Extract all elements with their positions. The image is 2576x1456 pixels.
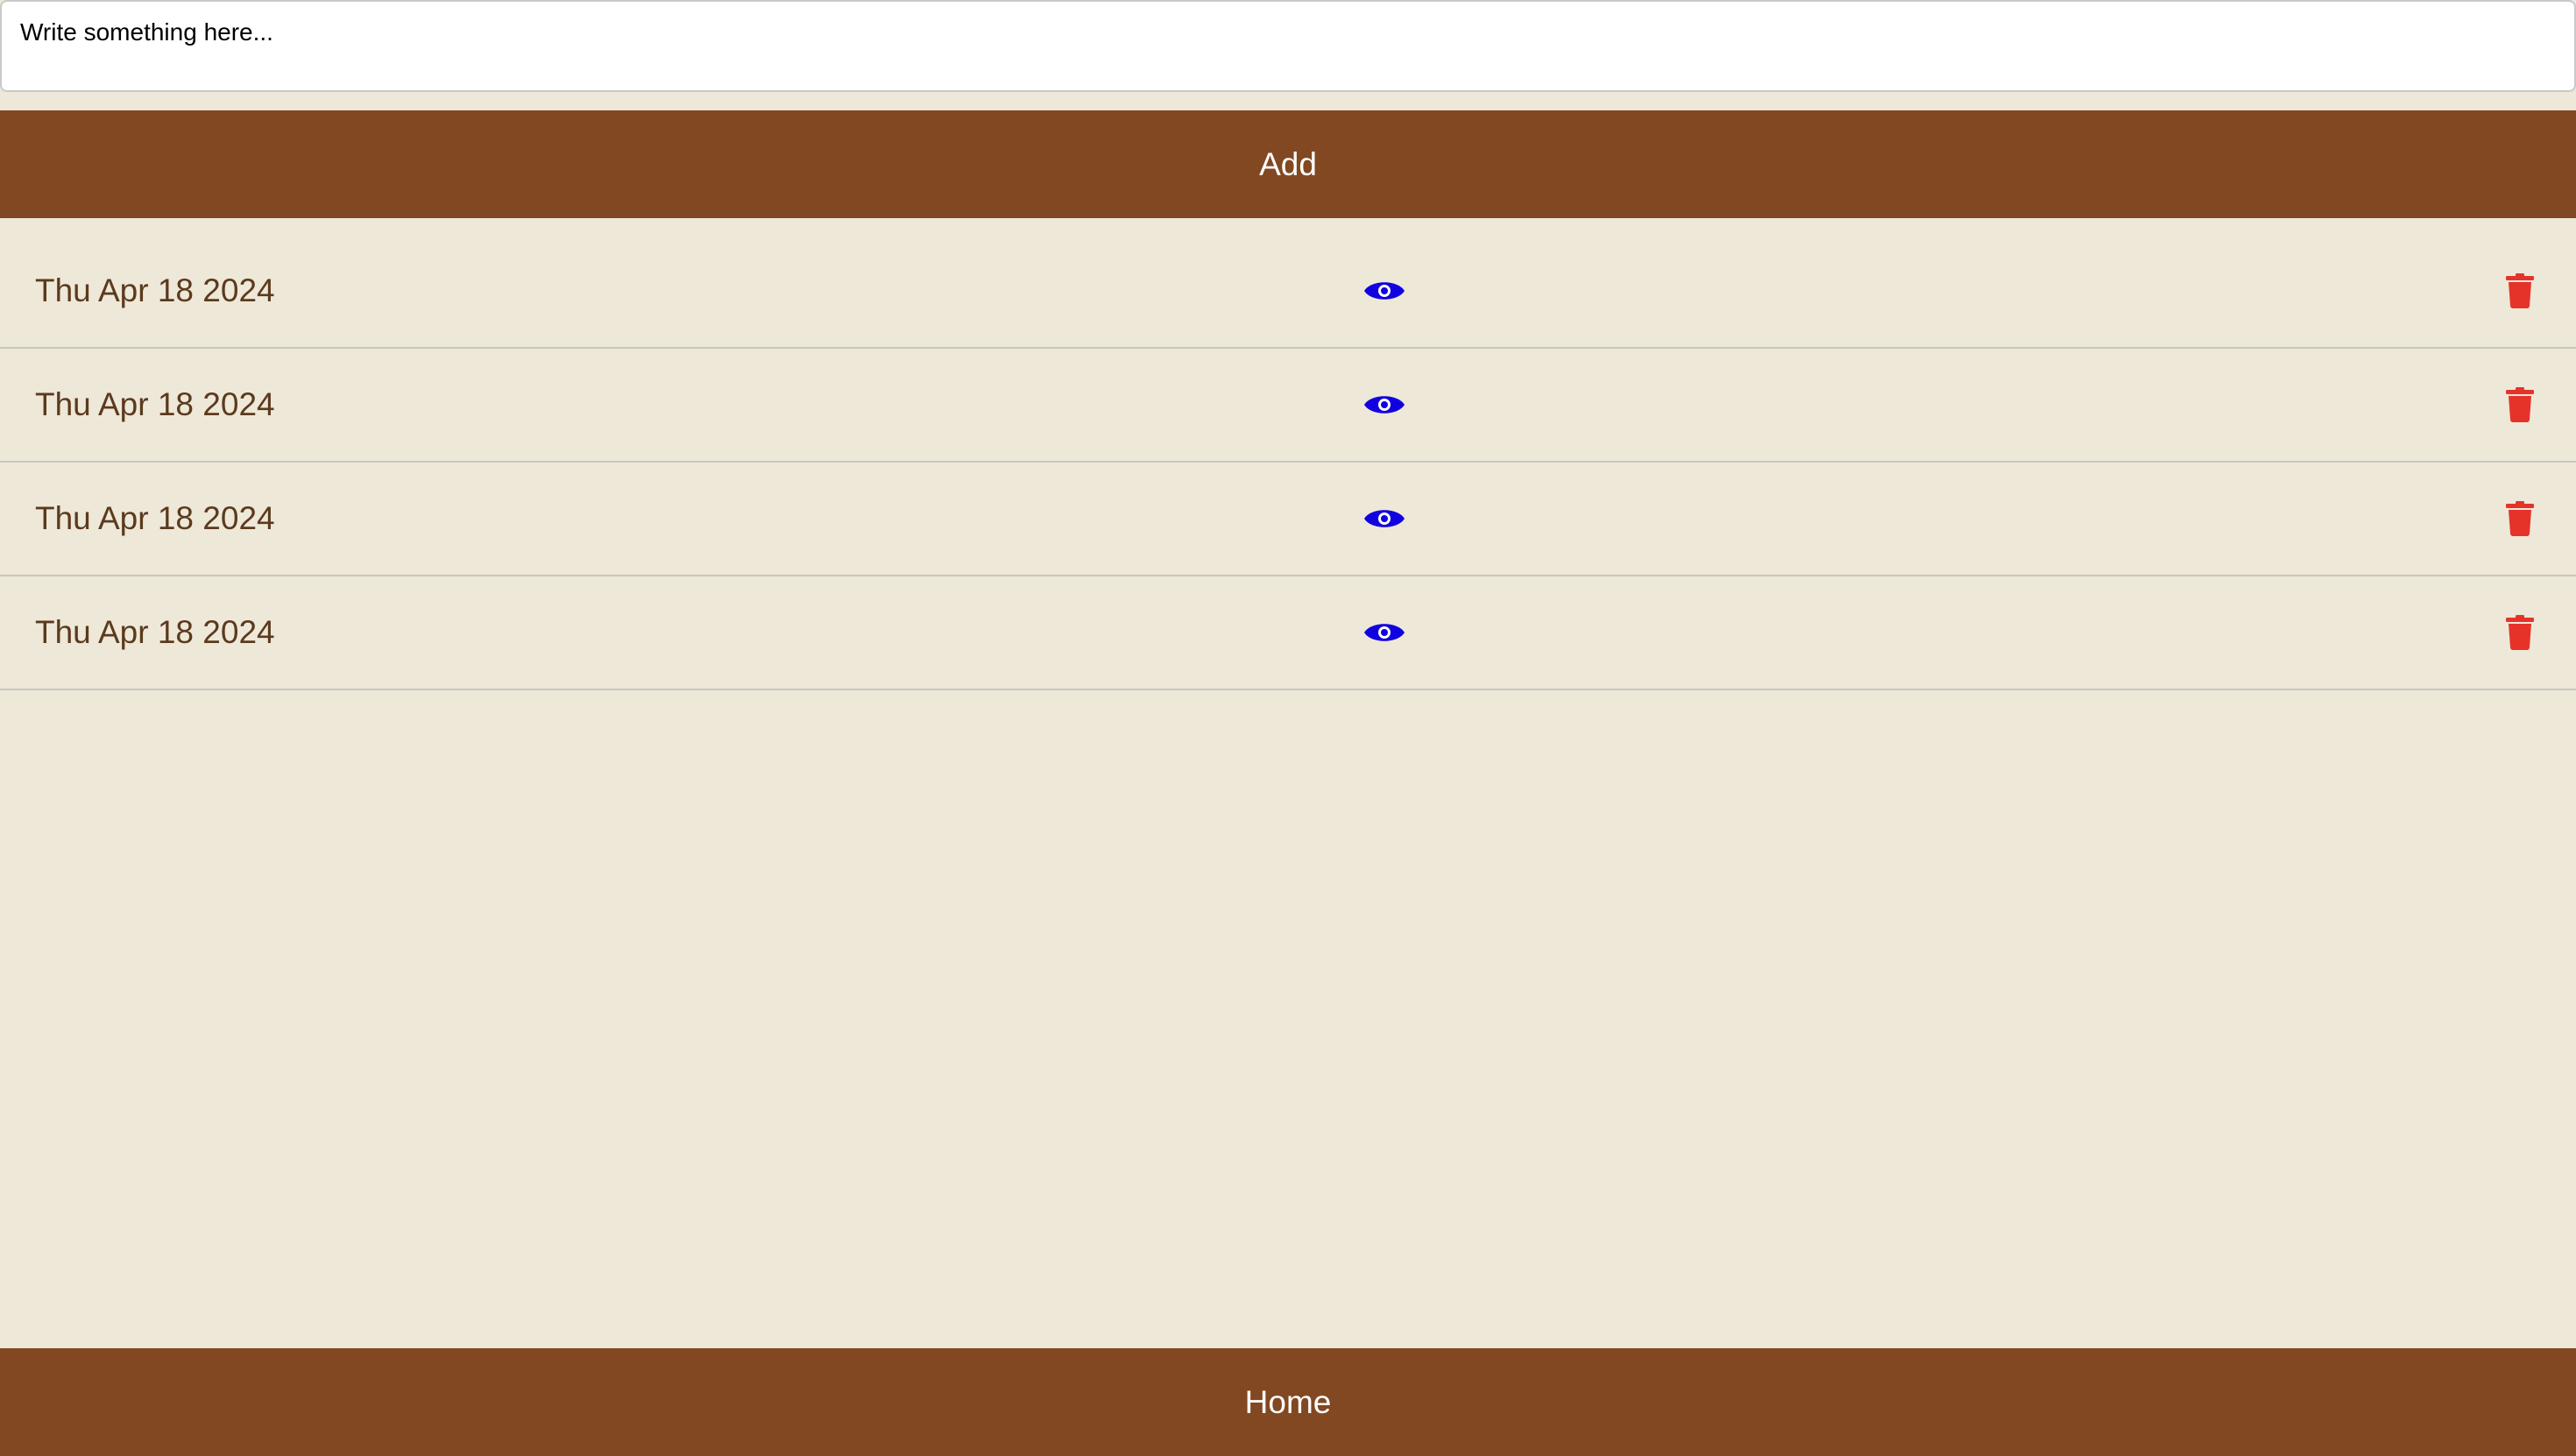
delete-entry-button[interactable]: [2504, 387, 2536, 422]
home-button[interactable]: Home: [0, 1348, 2576, 1456]
add-button[interactable]: Add: [0, 110, 2576, 218]
list-item: Thu Apr 18 2024: [0, 463, 2576, 576]
delete-entry-button[interactable]: [2504, 273, 2536, 308]
eye-icon: [1364, 396, 1405, 413]
entry-list: Thu Apr 18 2024 Thu Apr 18 2024 Thu Apr …: [0, 235, 2576, 690]
view-entry-button[interactable]: [1363, 387, 1405, 422]
view-entry-button[interactable]: [1363, 615, 1405, 650]
list-item: Thu Apr 18 2024: [0, 349, 2576, 463]
view-entry-button[interactable]: [1363, 501, 1405, 536]
entry-date: Thu Apr 18 2024: [35, 500, 275, 536]
eye-icon: [1364, 510, 1405, 527]
list-item: Thu Apr 18 2024: [0, 235, 2576, 349]
trash-icon: [2506, 273, 2534, 308]
entry-date: Thu Apr 18 2024: [35, 614, 275, 650]
eye-icon: [1364, 624, 1405, 641]
note-input[interactable]: [0, 0, 2576, 92]
delete-entry-button[interactable]: [2504, 615, 2536, 650]
eye-icon: [1364, 282, 1405, 300]
trash-icon: [2506, 501, 2534, 536]
trash-icon: [2506, 387, 2534, 422]
trash-icon: [2506, 615, 2534, 650]
entry-date: Thu Apr 18 2024: [35, 386, 275, 422]
delete-entry-button[interactable]: [2504, 501, 2536, 536]
entry-date: Thu Apr 18 2024: [35, 272, 275, 308]
list-item: Thu Apr 18 2024: [0, 576, 2576, 690]
view-entry-button[interactable]: [1363, 273, 1405, 308]
